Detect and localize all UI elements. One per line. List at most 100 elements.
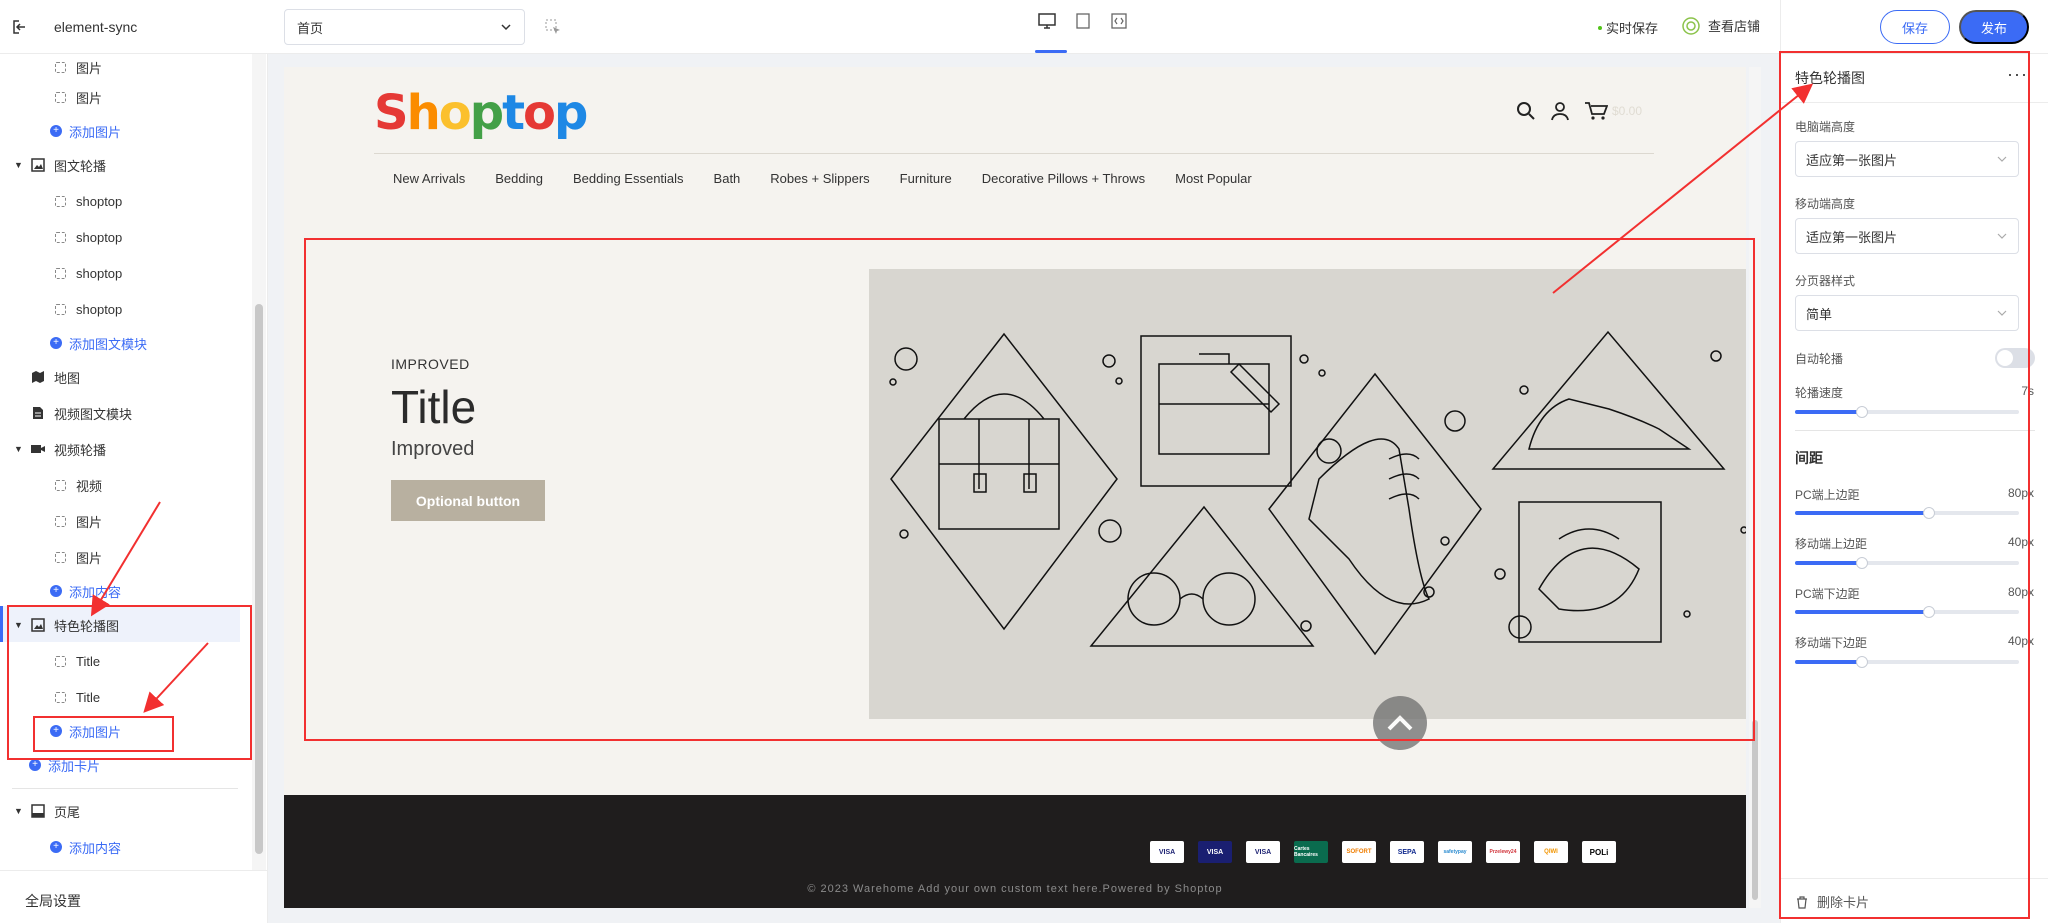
canvas-scroll-thumb[interactable] — [1752, 720, 1758, 900]
sidebar-section-label: 页尾 — [54, 804, 81, 820]
logo-letter: t — [502, 85, 525, 141]
add-link-label: 添加内容 — [69, 584, 122, 600]
shop-icon — [1682, 16, 1700, 35]
sidebar-item-shoptop[interactable]: shoptop — [52, 296, 122, 322]
annotation-box-settings-panel — [1779, 51, 2030, 919]
cartes-bancaires-icon: Cartes Bancaires — [1294, 841, 1328, 863]
sidebar-item-label: shoptop — [76, 193, 123, 209]
sidebar-item-map[interactable]: 地图 — [30, 364, 80, 390]
exit-icon[interactable] — [0, 0, 40, 54]
footer-icon — [30, 803, 46, 819]
image-placeholder-icon — [54, 303, 66, 315]
header-divider — [1780, 0, 1781, 54]
search-icon[interactable] — [1516, 101, 1536, 121]
sidebar-item-label: 图片 — [76, 514, 103, 530]
header-icons: $0.00 — [1516, 101, 1642, 121]
add-content-link[interactable]: + 添加内容 — [50, 578, 121, 604]
image-placeholder-icon — [54, 91, 66, 103]
sofort-icon: SOFORT — [1342, 841, 1376, 863]
logo-letter: o — [438, 85, 472, 141]
sidebar-item-image[interactable]: 图片 — [52, 544, 102, 570]
copyright-text: © 2023 Warehome Add your own custom text… — [807, 883, 1223, 895]
menu-item[interactable]: Bedding — [495, 171, 543, 186]
app-name: element-sync — [54, 19, 138, 35]
desktop-icon[interactable] — [1036, 10, 1058, 32]
code-icon[interactable] — [1108, 10, 1130, 32]
store-logo[interactable]: Shoptop — [374, 85, 588, 141]
sidebar-item-shoptop[interactable]: shoptop — [52, 260, 122, 286]
logo-letter: p — [469, 85, 504, 141]
sidebar-item-shoptop[interactable]: shoptop — [52, 224, 122, 250]
chevron-down-icon — [501, 24, 511, 31]
qiwi-icon: QIWI — [1534, 841, 1568, 863]
editor-root: element-sync 首页 实时保存 查看店铺 保存 发布 图片 图片 + … — [0, 0, 2048, 923]
plus-circle-icon: + — [50, 585, 62, 597]
sidebar: 图片 图片 + 添加图片 ▼ 图文轮播 shoptop shoptop shopto… — [0, 54, 268, 923]
sidebar-item-label: 图片 — [76, 90, 103, 106]
image-placeholder-icon — [54, 267, 66, 279]
page-select-value: 首页 — [297, 20, 324, 36]
menu-item[interactable]: Most Popular — [1175, 171, 1252, 186]
cart-icon[interactable] — [1584, 101, 1608, 121]
sidebar-item-video[interactable]: 视频 — [52, 472, 102, 498]
plus-circle-icon: + — [29, 759, 41, 771]
sidebar-divider — [12, 788, 238, 789]
add-content-link[interactable]: + 添加内容 — [50, 834, 121, 860]
annotation-box-add-image — [33, 716, 174, 752]
sidebar-section-label: 视频轮播 — [54, 442, 107, 458]
sidebar-item-image[interactable]: 图片 — [52, 84, 102, 110]
sidebar-item-image[interactable]: 图片 — [52, 54, 102, 80]
menu-item[interactable]: Bath — [714, 171, 741, 186]
sidebar-item-label: 视频图文模块 — [54, 406, 133, 422]
user-icon[interactable] — [1550, 101, 1570, 121]
active-device-indicator — [1035, 50, 1067, 53]
top-bar: element-sync 首页 实时保存 查看店铺 保存 发布 — [0, 0, 2048, 54]
page-select[interactable]: 首页 — [284, 9, 525, 45]
menu-item[interactable]: Robes + Slippers — [770, 171, 869, 186]
global-settings[interactable]: 全局设置 — [0, 870, 268, 923]
publish-button[interactable]: 发布 — [1959, 10, 2029, 44]
autosave-label: 实时保存 — [1606, 21, 1659, 36]
view-shop-link[interactable]: 查看店铺 — [1682, 16, 1760, 35]
sidebar-item-video-image-text[interactable]: 视频图文模块 — [30, 400, 132, 426]
sidebar-section-footer[interactable]: ▼ 页尾 — [14, 798, 80, 824]
sidebar-section-label: 图文轮播 — [54, 158, 107, 174]
menu-item[interactable]: Decorative Pillows + Throws — [982, 171, 1145, 186]
plus-circle-icon: + — [50, 125, 62, 137]
sidebar-item-shoptop[interactable]: shoptop — [52, 188, 122, 214]
autosave-status: 实时保存 — [1598, 18, 1658, 37]
add-image-link[interactable]: + 添加图片 — [50, 118, 121, 144]
caret-down-icon: ▼ — [14, 160, 23, 170]
visa-debit-icon: VISA — [1246, 841, 1280, 863]
view-shop-label: 查看店铺 — [1708, 19, 1761, 34]
autosave-dot — [1598, 25, 1602, 30]
cart-amount: $0.00 — [1612, 104, 1643, 118]
visa-icon: VISA — [1198, 841, 1232, 863]
menu-item[interactable]: New Arrivals — [393, 171, 465, 186]
sidebar-scroll-thumb[interactable] — [255, 304, 263, 854]
caret-down-icon: ▼ — [14, 444, 23, 454]
image-placeholder-icon — [54, 551, 66, 563]
save-button[interactable]: 保存 — [1880, 10, 1950, 44]
image-placeholder-icon — [54, 195, 66, 207]
logo-letter: h — [406, 85, 441, 141]
sidebar-header: element-sync — [0, 0, 268, 54]
header-divider — [374, 153, 1654, 154]
sidebar-section-video-carousel[interactable]: ▼ 视频轮播 — [14, 436, 106, 462]
sidebar-section-image-text-carousel[interactable]: ▼ 图文轮播 — [14, 152, 106, 178]
element-picker-icon[interactable] — [544, 18, 562, 39]
add-link-label: 添加图文模块 — [69, 336, 148, 352]
sidebar-item-image[interactable]: 图片 — [52, 508, 102, 534]
tablet-icon[interactable] — [1072, 10, 1094, 32]
add-image-text-module-link[interactable]: + 添加图文模块 — [50, 330, 147, 356]
sepa-icon: SEPA — [1390, 841, 1424, 863]
sidebar-item-label: shoptop — [76, 265, 123, 281]
store-menu: New Arrivals Bedding Bedding Essentials … — [393, 171, 1252, 186]
image-placeholder-icon — [54, 515, 66, 527]
sidebar-item-label: 图片 — [76, 550, 103, 566]
selected-row-bar — [0, 606, 3, 642]
przelewy-icon: Przelewy24 — [1486, 841, 1520, 863]
menu-item[interactable]: Furniture — [900, 171, 952, 186]
logo-letter: o — [523, 85, 556, 141]
menu-item[interactable]: Bedding Essentials — [573, 171, 684, 186]
